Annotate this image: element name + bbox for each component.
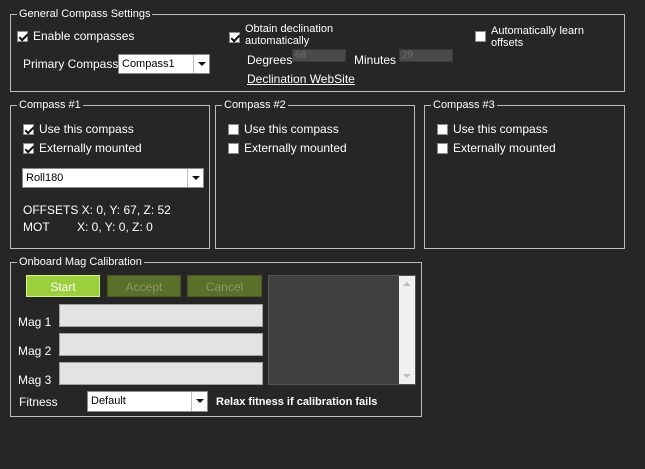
log-scrollbar[interactable] [399,276,415,384]
calibration-log-textarea[interactable] [268,275,416,385]
chevron-down-icon[interactable] [193,55,209,73]
accept-button[interactable]: Accept [107,275,181,297]
cancel-button[interactable]: Cancel [187,275,262,297]
compass1-external-label[interactable]: Externally mounted [39,141,142,155]
relax-fitness-label: Relax fitness if calibration fails [216,396,378,408]
fitness-label: Fitness [19,395,58,409]
compass1-mot-values: X: 0, Y: 0, Z: 0 [77,220,153,234]
compass1-orientation-dropdown[interactable]: Roll180 [22,168,204,188]
primary-compass-dropdown[interactable]: Compass1 [118,54,210,74]
compass3-use-checkbox[interactable] [437,124,448,135]
auto-learn-offsets-label-line1[interactable]: Automatically learn [491,25,584,37]
mag-calibration-group: Onboard Mag Calibration Start Accept Can… [10,255,422,417]
fitness-value: Default [91,395,126,407]
auto-learn-offsets-checkbox[interactable] [475,31,486,42]
minutes-label: Minutes [354,53,397,67]
compass1-mot-label: MOT [23,220,50,234]
obtain-declination-label-line1[interactable]: Obtain declination [245,23,333,35]
enable-compasses-checkbox[interactable] [17,31,28,42]
degrees-input[interactable]: 68 [292,49,346,62]
primary-compass-value: Compass1 [122,58,175,70]
compass2-external-label[interactable]: Externally mounted [244,141,347,155]
declination-website-link[interactable]: Declination WebSite [247,72,355,86]
compass2-group: Compass #2 Use this compass Externally m… [215,98,415,249]
compass2-use-checkbox[interactable] [228,124,239,135]
chevron-down-icon[interactable] [187,169,203,187]
mag1-label: Mag 1 [18,315,52,329]
compass1-offsets-text: OFFSETS X: 0, Y: 67, Z: 52 [23,203,171,217]
mag3-label: Mag 3 [18,373,52,387]
obtain-declination-label-line2[interactable]: automatically [245,35,309,47]
compass3-legend: Compass #3 [431,98,497,112]
scroll-up-icon[interactable] [403,282,411,286]
compass2-legend: Compass #2 [222,98,288,112]
start-button[interactable]: Start [26,275,100,297]
mag-calibration-legend: Onboard Mag Calibration [17,255,144,269]
compass3-external-checkbox[interactable] [437,143,448,154]
compass1-orientation-value: Roll180 [26,172,64,184]
chevron-down-icon[interactable] [191,392,207,411]
mag1-progress-field [59,304,263,327]
compass1-legend: Compass #1 [17,98,83,112]
compass3-external-label[interactable]: Externally mounted [453,141,556,155]
compass1-group: Compass #1 Use this compass Externally m… [10,98,210,249]
auto-learn-offsets-label-line2[interactable]: offsets [491,37,523,49]
compass1-use-label[interactable]: Use this compass [39,122,134,136]
mag2-label: Mag 2 [18,344,52,358]
general-compass-settings-group: General Compass Settings Enable compasse… [10,7,625,92]
enable-compasses-label[interactable]: Enable compasses [33,29,134,43]
compass1-external-checkbox[interactable] [23,143,34,154]
mag3-progress-field [59,362,263,385]
minutes-input[interactable]: 29 [399,49,453,62]
compass2-use-label[interactable]: Use this compass [244,122,339,136]
scroll-down-icon[interactable] [403,374,411,378]
fitness-dropdown[interactable]: Default [87,391,208,412]
obtain-declination-checkbox[interactable] [229,32,240,43]
compass2-external-checkbox[interactable] [228,143,239,154]
compass3-group: Compass #3 Use this compass Externally m… [424,98,625,249]
compass3-use-label[interactable]: Use this compass [453,122,548,136]
degrees-label: Degrees [247,53,293,67]
compass1-use-checkbox[interactable] [23,124,34,135]
general-settings-legend: General Compass Settings [17,7,153,21]
mag2-progress-field [59,333,263,356]
primary-compass-label: Primary Compass: [23,57,122,71]
